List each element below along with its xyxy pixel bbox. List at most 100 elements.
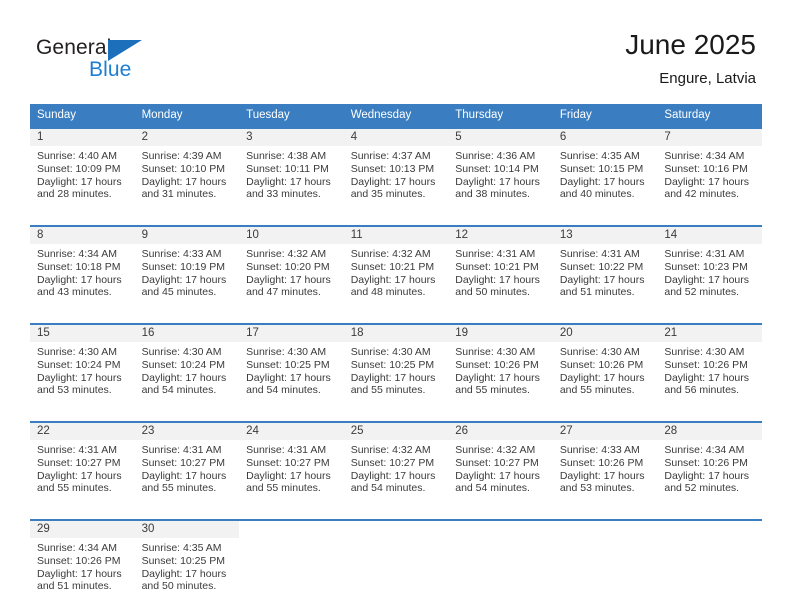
day-number: 12	[448, 227, 553, 244]
day-sun-info: Sunrise: 4:37 AM Sunset: 10:13 PM Daylig…	[350, 150, 436, 201]
calendar-page: General Blue June 2025 Engure, Latvia Su…	[0, 0, 792, 612]
day-sun-info: Sunrise: 4:30 AM Sunset: 10:26 PM Daylig…	[559, 346, 645, 397]
day-number: 22	[30, 423, 135, 440]
calendar-day-cell[interactable]: 28 Sunrise: 4:34 AM Sunset: 10:26 PM Dayl…	[657, 421, 762, 513]
day-sun-info: Sunrise: 4:34 AM Sunset: 10:16 PM Daylig…	[664, 150, 750, 201]
day-cell-content: 25 Sunrise: 4:32 AM Sunset: 10:27 PM Dayl…	[343, 423, 449, 513]
calendar-day-cell[interactable]: 27 Sunrise: 4:33 AM Sunset: 10:26 PM Dayl…	[552, 421, 658, 513]
day-number: 29	[30, 521, 135, 538]
calendar-day-cell[interactable]: 26 Sunrise: 4:32 AM Sunset: 10:27 PM Dayl…	[448, 421, 553, 513]
day-sun-info: Sunrise: 4:31 AM Sunset: 10:23 PM Daylig…	[664, 248, 750, 299]
day-cell-content: 24 Sunrise: 4:31 AM Sunset: 10:27 PM Dayl…	[239, 423, 344, 513]
calendar-day-cell[interactable]: 8 Sunrise: 4:34 AM Sunset: 10:18 PM Dayli…	[30, 225, 135, 317]
day-cell-content: 15 Sunrise: 4:30 AM Sunset: 10:24 PM Dayl…	[30, 325, 135, 415]
week-spacer	[30, 415, 762, 422]
day-cell-content: 6 Sunrise: 4:35 AM Sunset: 10:15 PM Dayli…	[552, 129, 658, 219]
day-number	[553, 521, 658, 538]
calendar-day-cell	[552, 519, 658, 611]
calendar-day-cell[interactable]: 22 Sunrise: 4:31 AM Sunset: 10:27 PM Dayl…	[30, 421, 135, 513]
day-cell-content: 9 Sunrise: 4:33 AM Sunset: 10:19 PM Dayli…	[134, 227, 240, 317]
calendar-day-cell[interactable]: 17 Sunrise: 4:30 AM Sunset: 10:25 PM Dayl…	[239, 323, 344, 415]
calendar-day-cell[interactable]: 20 Sunrise: 4:30 AM Sunset: 10:26 PM Dayl…	[552, 323, 658, 415]
calendar-day-cell[interactable]: 23 Sunrise: 4:31 AM Sunset: 10:27 PM Dayl…	[134, 421, 240, 513]
calendar-day-cell[interactable]: 10 Sunrise: 4:32 AM Sunset: 10:20 PM Dayl…	[239, 225, 344, 317]
calendar-day-cell[interactable]: 4 Sunrise: 4:37 AM Sunset: 10:13 PM Dayli…	[343, 127, 449, 219]
weekday-header-saturday: Saturday	[657, 104, 762, 128]
calendar-day-cell[interactable]: 7 Sunrise: 4:34 AM Sunset: 10:16 PM Dayli…	[657, 127, 762, 219]
calendar-day-cell[interactable]: 5 Sunrise: 4:36 AM Sunset: 10:14 PM Dayli…	[448, 127, 553, 219]
day-number: 15	[30, 325, 135, 342]
calendar-day-cell[interactable]: 11 Sunrise: 4:32 AM Sunset: 10:21 PM Dayl…	[343, 225, 449, 317]
page-title: June 2025	[625, 29, 756, 60]
day-number	[657, 521, 762, 538]
weekday-header-tuesday: Tuesday	[239, 104, 344, 128]
calendar-day-cell	[343, 519, 449, 611]
day-sun-info: Sunrise: 4:30 AM Sunset: 10:26 PM Daylig…	[455, 346, 540, 397]
calendar-day-cell[interactable]: 29 Sunrise: 4:34 AM Sunset: 10:26 PM Dayl…	[30, 519, 135, 611]
calendar-day-cell[interactable]: 21 Sunrise: 4:30 AM Sunset: 10:26 PM Dayl…	[657, 323, 762, 415]
day-cell-content: 29 Sunrise: 4:34 AM Sunset: 10:26 PM Dayl…	[30, 521, 135, 611]
day-cell-content: 14 Sunrise: 4:31 AM Sunset: 10:23 PM Dayl…	[657, 227, 762, 317]
day-cell-content: 30 Sunrise: 4:35 AM Sunset: 10:25 PM Dayl…	[134, 521, 240, 611]
day-number: 16	[134, 325, 240, 342]
day-number: 27	[552, 423, 658, 440]
weekday-header-monday: Monday	[134, 104, 240, 128]
day-cell-content: 23 Sunrise: 4:31 AM Sunset: 10:27 PM Dayl…	[134, 423, 240, 513]
day-sun-info: Sunrise: 4:32 AM Sunset: 10:21 PM Daylig…	[350, 248, 436, 299]
calendar-day-cell[interactable]: 2 Sunrise: 4:39 AM Sunset: 10:10 PM Dayli…	[134, 127, 240, 219]
day-number: 21	[657, 325, 762, 342]
week-spacer-row	[30, 219, 762, 226]
day-cell-content: 7 Sunrise: 4:34 AM Sunset: 10:16 PM Dayli…	[657, 129, 762, 219]
day-cell-content: 26 Sunrise: 4:32 AM Sunset: 10:27 PM Dayl…	[448, 423, 553, 513]
day-number: 10	[239, 227, 344, 244]
day-number: 8	[30, 227, 135, 244]
calendar-day-cell[interactable]: 1 Sunrise: 4:40 AM Sunset: 10:09 PM Dayli…	[30, 127, 135, 219]
day-cell-content	[657, 521, 762, 611]
day-number: 6	[552, 129, 658, 146]
day-sun-info: Sunrise: 4:35 AM Sunset: 10:15 PM Daylig…	[559, 150, 645, 201]
day-sun-info: Sunrise: 4:31 AM Sunset: 10:27 PM Daylig…	[141, 444, 227, 495]
calendar-week-row: 8 Sunrise: 4:34 AM Sunset: 10:18 PM Dayli…	[30, 225, 762, 317]
calendar-day-cell[interactable]: 24 Sunrise: 4:31 AM Sunset: 10:27 PM Dayl…	[239, 421, 344, 513]
calendar-day-cell[interactable]: 30 Sunrise: 4:35 AM Sunset: 10:25 PM Dayl…	[134, 519, 240, 611]
day-cell-content: 2 Sunrise: 4:39 AM Sunset: 10:10 PM Dayli…	[134, 129, 240, 219]
day-sun-info	[657, 538, 762, 542]
week-spacer	[30, 317, 762, 324]
calendar-week-row: 29 Sunrise: 4:34 AM Sunset: 10:26 PM Dayl…	[30, 519, 762, 611]
day-number: 18	[343, 325, 449, 342]
day-cell-content: 27 Sunrise: 4:33 AM Sunset: 10:26 PM Dayl…	[552, 423, 658, 513]
day-number: 5	[448, 129, 553, 146]
day-sun-info	[553, 538, 658, 542]
logo-text-general: General	[36, 36, 112, 59]
general-blue-logo[interactable]: General Blue	[36, 36, 166, 86]
calendar-body: 1 Sunrise: 4:40 AM Sunset: 10:09 PM Dayli…	[30, 127, 762, 611]
day-sun-info: Sunrise: 4:36 AM Sunset: 10:14 PM Daylig…	[455, 150, 540, 201]
page-subtitle-location: Engure, Latvia	[659, 70, 756, 87]
calendar-day-cell[interactable]: 25 Sunrise: 4:32 AM Sunset: 10:27 PM Dayl…	[343, 421, 449, 513]
day-number: 20	[552, 325, 658, 342]
calendar-day-cell[interactable]: 16 Sunrise: 4:30 AM Sunset: 10:24 PM Dayl…	[134, 323, 240, 415]
day-cell-content: 8 Sunrise: 4:34 AM Sunset: 10:18 PM Dayli…	[30, 227, 135, 317]
day-number: 25	[343, 423, 449, 440]
week-spacer-row	[30, 415, 762, 422]
calendar-day-cell[interactable]: 14 Sunrise: 4:31 AM Sunset: 10:23 PM Dayl…	[657, 225, 762, 317]
calendar-day-cell[interactable]: 18 Sunrise: 4:30 AM Sunset: 10:25 PM Dayl…	[343, 323, 449, 415]
page-header: General Blue June 2025 Engure, Latvia	[0, 0, 792, 104]
day-sun-info: Sunrise: 4:32 AM Sunset: 10:27 PM Daylig…	[455, 444, 540, 495]
day-number: 28	[657, 423, 762, 440]
weekday-header-wednesday: Wednesday	[343, 104, 449, 128]
calendar-day-cell[interactable]: 19 Sunrise: 4:30 AM Sunset: 10:26 PM Dayl…	[448, 323, 553, 415]
calendar-day-cell	[448, 519, 553, 611]
logo-text-blue: Blue	[89, 58, 132, 81]
calendar-day-cell[interactable]: 13 Sunrise: 4:31 AM Sunset: 10:22 PM Dayl…	[552, 225, 658, 317]
day-sun-info: Sunrise: 4:34 AM Sunset: 10:26 PM Daylig…	[37, 542, 122, 593]
day-number: 2	[134, 129, 240, 146]
day-cell-content: 20 Sunrise: 4:30 AM Sunset: 10:26 PM Dayl…	[552, 325, 658, 415]
day-cell-content: 11 Sunrise: 4:32 AM Sunset: 10:21 PM Dayl…	[343, 227, 449, 317]
calendar-day-cell[interactable]: 15 Sunrise: 4:30 AM Sunset: 10:24 PM Dayl…	[30, 323, 135, 415]
day-cell-content	[448, 521, 553, 611]
calendar-day-cell[interactable]: 12 Sunrise: 4:31 AM Sunset: 10:21 PM Dayl…	[448, 225, 553, 317]
calendar-day-cell[interactable]: 9 Sunrise: 4:33 AM Sunset: 10:19 PM Dayli…	[134, 225, 240, 317]
calendar-day-cell[interactable]: 3 Sunrise: 4:38 AM Sunset: 10:11 PM Dayli…	[239, 127, 344, 219]
calendar-day-cell[interactable]: 6 Sunrise: 4:35 AM Sunset: 10:15 PM Dayli…	[552, 127, 658, 219]
